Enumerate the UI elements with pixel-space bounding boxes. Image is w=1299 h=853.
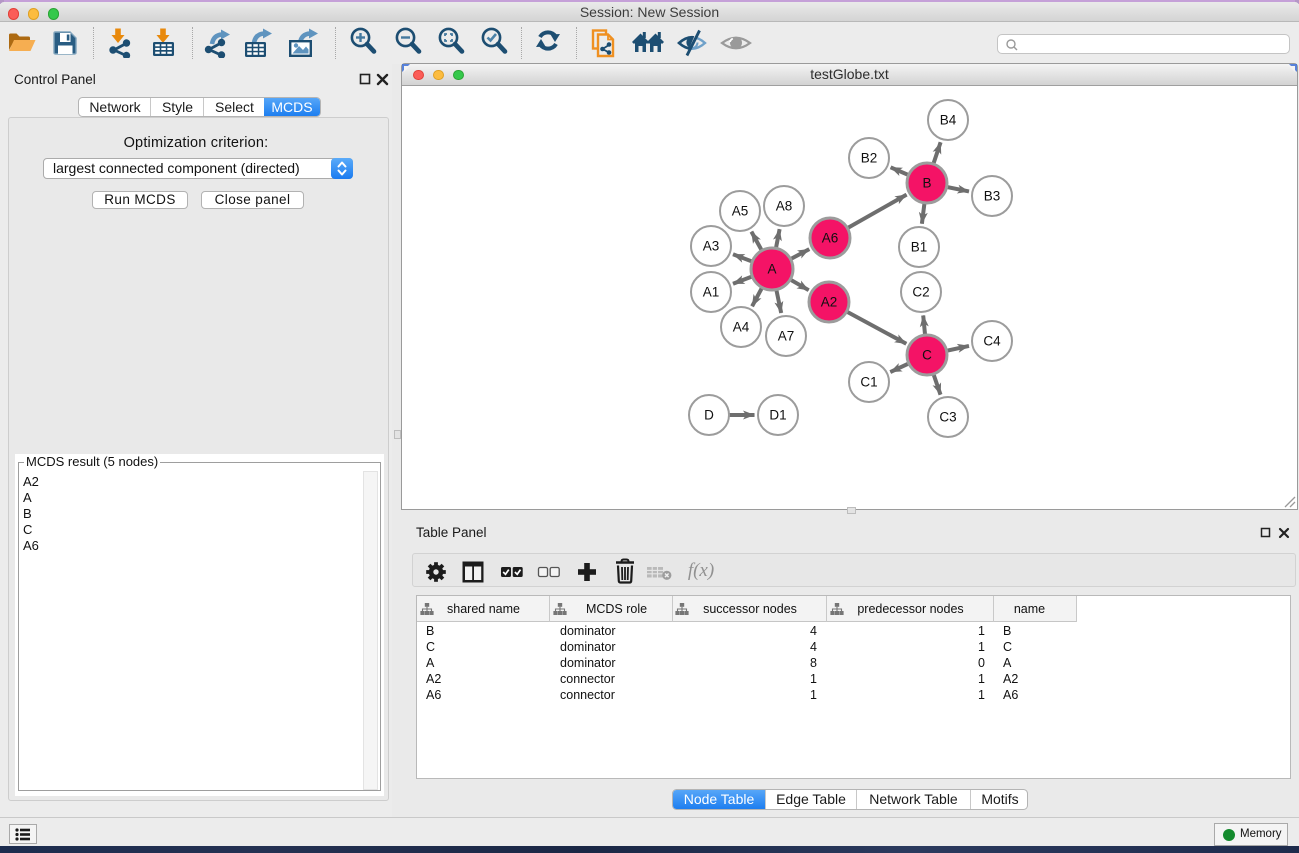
svg-text:B3: B3 <box>984 189 1001 204</box>
svg-text:B1: B1 <box>911 240 928 255</box>
svg-text:C3: C3 <box>939 410 956 425</box>
svg-text:A5: A5 <box>732 204 749 219</box>
svg-text:B: B <box>922 176 931 191</box>
svg-text:A4: A4 <box>733 320 750 335</box>
svg-text:A6: A6 <box>822 231 839 246</box>
svg-text:A1: A1 <box>703 285 720 300</box>
svg-text:C4: C4 <box>983 334 1001 349</box>
svg-text:A: A <box>767 262 776 277</box>
svg-text:C2: C2 <box>912 285 929 300</box>
svg-text:A8: A8 <box>776 199 793 214</box>
svg-text:A2: A2 <box>821 295 838 310</box>
svg-text:D1: D1 <box>769 408 786 423</box>
svg-text:B2: B2 <box>861 151 878 166</box>
svg-text:D: D <box>704 408 714 423</box>
svg-text:B4: B4 <box>940 113 957 128</box>
svg-text:C: C <box>922 348 932 363</box>
svg-text:C1: C1 <box>860 375 877 390</box>
svg-text:A3: A3 <box>703 239 720 254</box>
svg-text:A7: A7 <box>778 329 795 344</box>
